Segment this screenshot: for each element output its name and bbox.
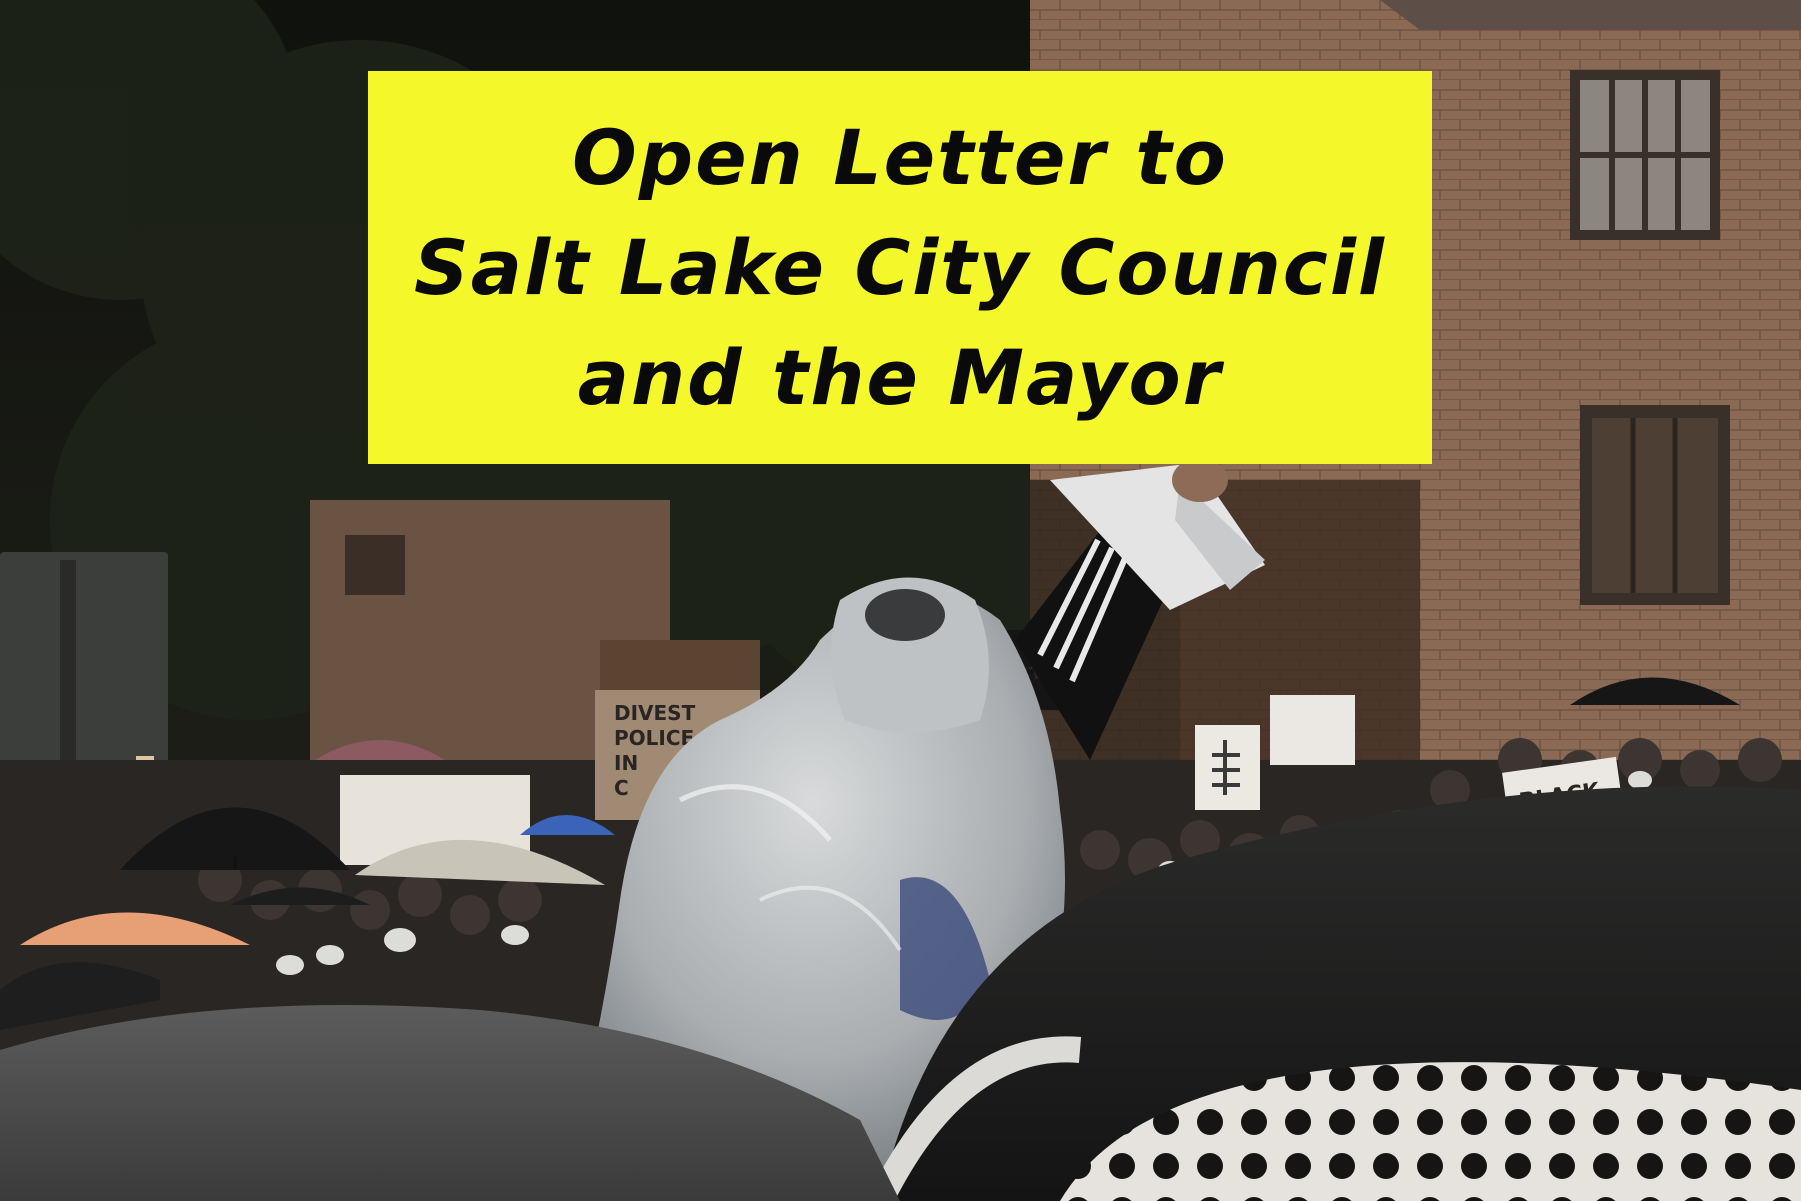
headline-line-1: Open Letter to	[572, 112, 1228, 202]
sign-small-center	[1195, 725, 1260, 810]
sign-small-right	[1270, 695, 1355, 765]
protest-photo: DIVEST POLICE IN C JUSTICE BLACK	[0, 0, 1801, 1201]
headline-banner: Open Letter to Salt Lake City Council an…	[368, 71, 1432, 464]
headline-line-3: and the Mayor	[577, 332, 1223, 422]
headline-line-2: Salt Lake City Council	[414, 222, 1386, 312]
